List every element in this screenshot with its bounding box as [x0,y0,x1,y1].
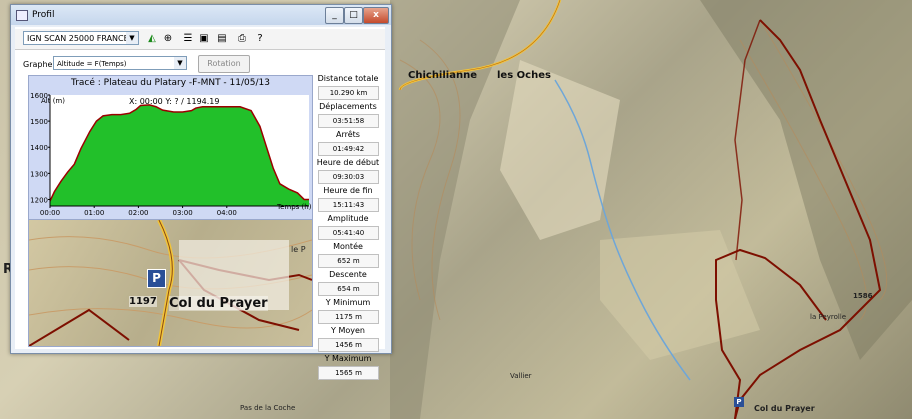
close-button[interactable]: x [363,7,389,24]
minimize-button[interactable]: _ [325,7,344,24]
map-label-village: Chichilianne [408,70,477,81]
y-tick-label: 1200 [30,196,48,204]
cursor-readout: X: 00:00 Y: ? / 1194.19 [129,97,220,106]
stat-value: 1565 m [318,366,379,380]
x-tick-label: 00:00 [40,209,60,217]
x-tick-label: 02:00 [128,209,148,217]
stat-label: Heure de début [316,158,380,167]
zoom-icon[interactable]: ⊕ [161,32,175,46]
stat-label: Y Minimum [325,298,371,307]
save-icon[interactable]: ▤ [215,32,229,46]
stats-panel: Distance totale 10.290 km Déplacements 03:5… [315,72,381,380]
stat-label: Descente [329,270,367,279]
window-client: IGN SCAN 25000 FRANCE ▼ ◭ ⊕ ☰ ▣ ▤ ⎙ ? Gr… [15,27,385,380]
map-label-col: Col du Prayer [754,404,815,413]
toolbar: IGN SCAN 25000 FRANCE ▼ ◭ ⊕ ☰ ▣ ▤ ⎙ ? [15,29,385,50]
export-icon[interactable]: ▣ [197,32,211,46]
stat-label: Distance totale [317,74,379,83]
rotation-button[interactable]: Rotation [198,55,250,73]
stat-label: Amplitude [327,214,369,223]
stat-label: Déplacements [319,102,377,111]
stat-value: 1456 m [318,338,379,352]
graph-type-select[interactable]: Altitude = F(Temps) ▼ [53,56,187,70]
map-label-altitude-1586: 1586 [853,292,873,300]
y-tick-label: 1300 [30,170,48,178]
graph-type-value: Altitude = F(Temps) [57,60,127,68]
profile-chart[interactable]: 1600 1500 1400 1300 1200 00:00 01:00 02:00 03:00… [28,75,313,220]
chevron-down-icon: ▼ [126,32,138,44]
chart-title: Tracé : Plateau du Platary -F-MNT - 11/0… [71,78,270,88]
list-icon[interactable]: ☰ [181,32,195,46]
y-tick-label: 1400 [30,144,48,152]
mini-map-label: le P [291,245,306,254]
map-source-value: IGN SCAN 25000 FRANCE [27,34,129,43]
maximize-button[interactable]: □ [344,7,363,24]
stat-label: Y Moyen [331,326,365,335]
x-tick-label: 01:00 [84,209,104,217]
map-label-peyrolle: la Peyrolle [810,313,847,321]
map-source-select[interactable]: IGN SCAN 25000 FRANCE ▼ [23,31,139,45]
map-label-vallier: Vallier [510,372,532,380]
stat-value: 1175 m [318,310,379,324]
stat-value: 01:49:42 [318,142,379,156]
graphe-label: Graphe [23,60,53,69]
y-tick-label: 1500 [30,118,48,126]
stat-value: 15:11:43 [318,198,379,212]
stat-value: 654 m [318,282,379,296]
stat-label: Y Maximum [324,354,372,363]
title-bar[interactable]: Profil _ □ x [11,5,391,25]
map-parking-marker[interactable]: P [734,397,744,407]
window-icon [16,10,28,21]
stat-value: 652 m [318,254,379,268]
x-tick-label: 04:00 [217,209,237,217]
print-icon[interactable]: ⎙ [235,32,249,46]
mini-map[interactable]: P 1197 Col du Prayer le P [28,219,313,347]
stat-label: Montée [333,242,363,251]
window-title: Profil [32,10,55,20]
stat-value: 05:41:40 [318,226,379,240]
map-label-pas-coche: Pas de la Coche [240,404,296,412]
stat-label: Arrêts [336,130,360,139]
mini-map-altitude: 1197 [129,296,157,307]
mini-map-place-label: Col du Prayer [169,296,268,311]
x-axis-label: Temps (h) [277,203,312,211]
parking-marker[interactable]: P [147,269,166,288]
help-icon[interactable]: ? [253,32,267,46]
mini-map-overlay [29,220,312,346]
profile-window: Profil _ □ x IGN SCAN 25000 FRANCE ▼ ◭ ⊕… [10,4,392,380]
map-label-hamlet: les Oches [497,70,551,81]
chevron-down-icon: ▼ [174,57,186,69]
stat-value: 03:51:58 [318,114,379,128]
stat-label: Heure de fin [323,186,373,195]
y-axis-label: Alt (m) [41,97,65,105]
x-tick-label: 03:00 [173,209,193,217]
stat-value: 09:30:03 [318,170,379,184]
profile-icon[interactable]: ◭ [145,32,159,46]
stat-value: 10.290 km [318,86,379,100]
